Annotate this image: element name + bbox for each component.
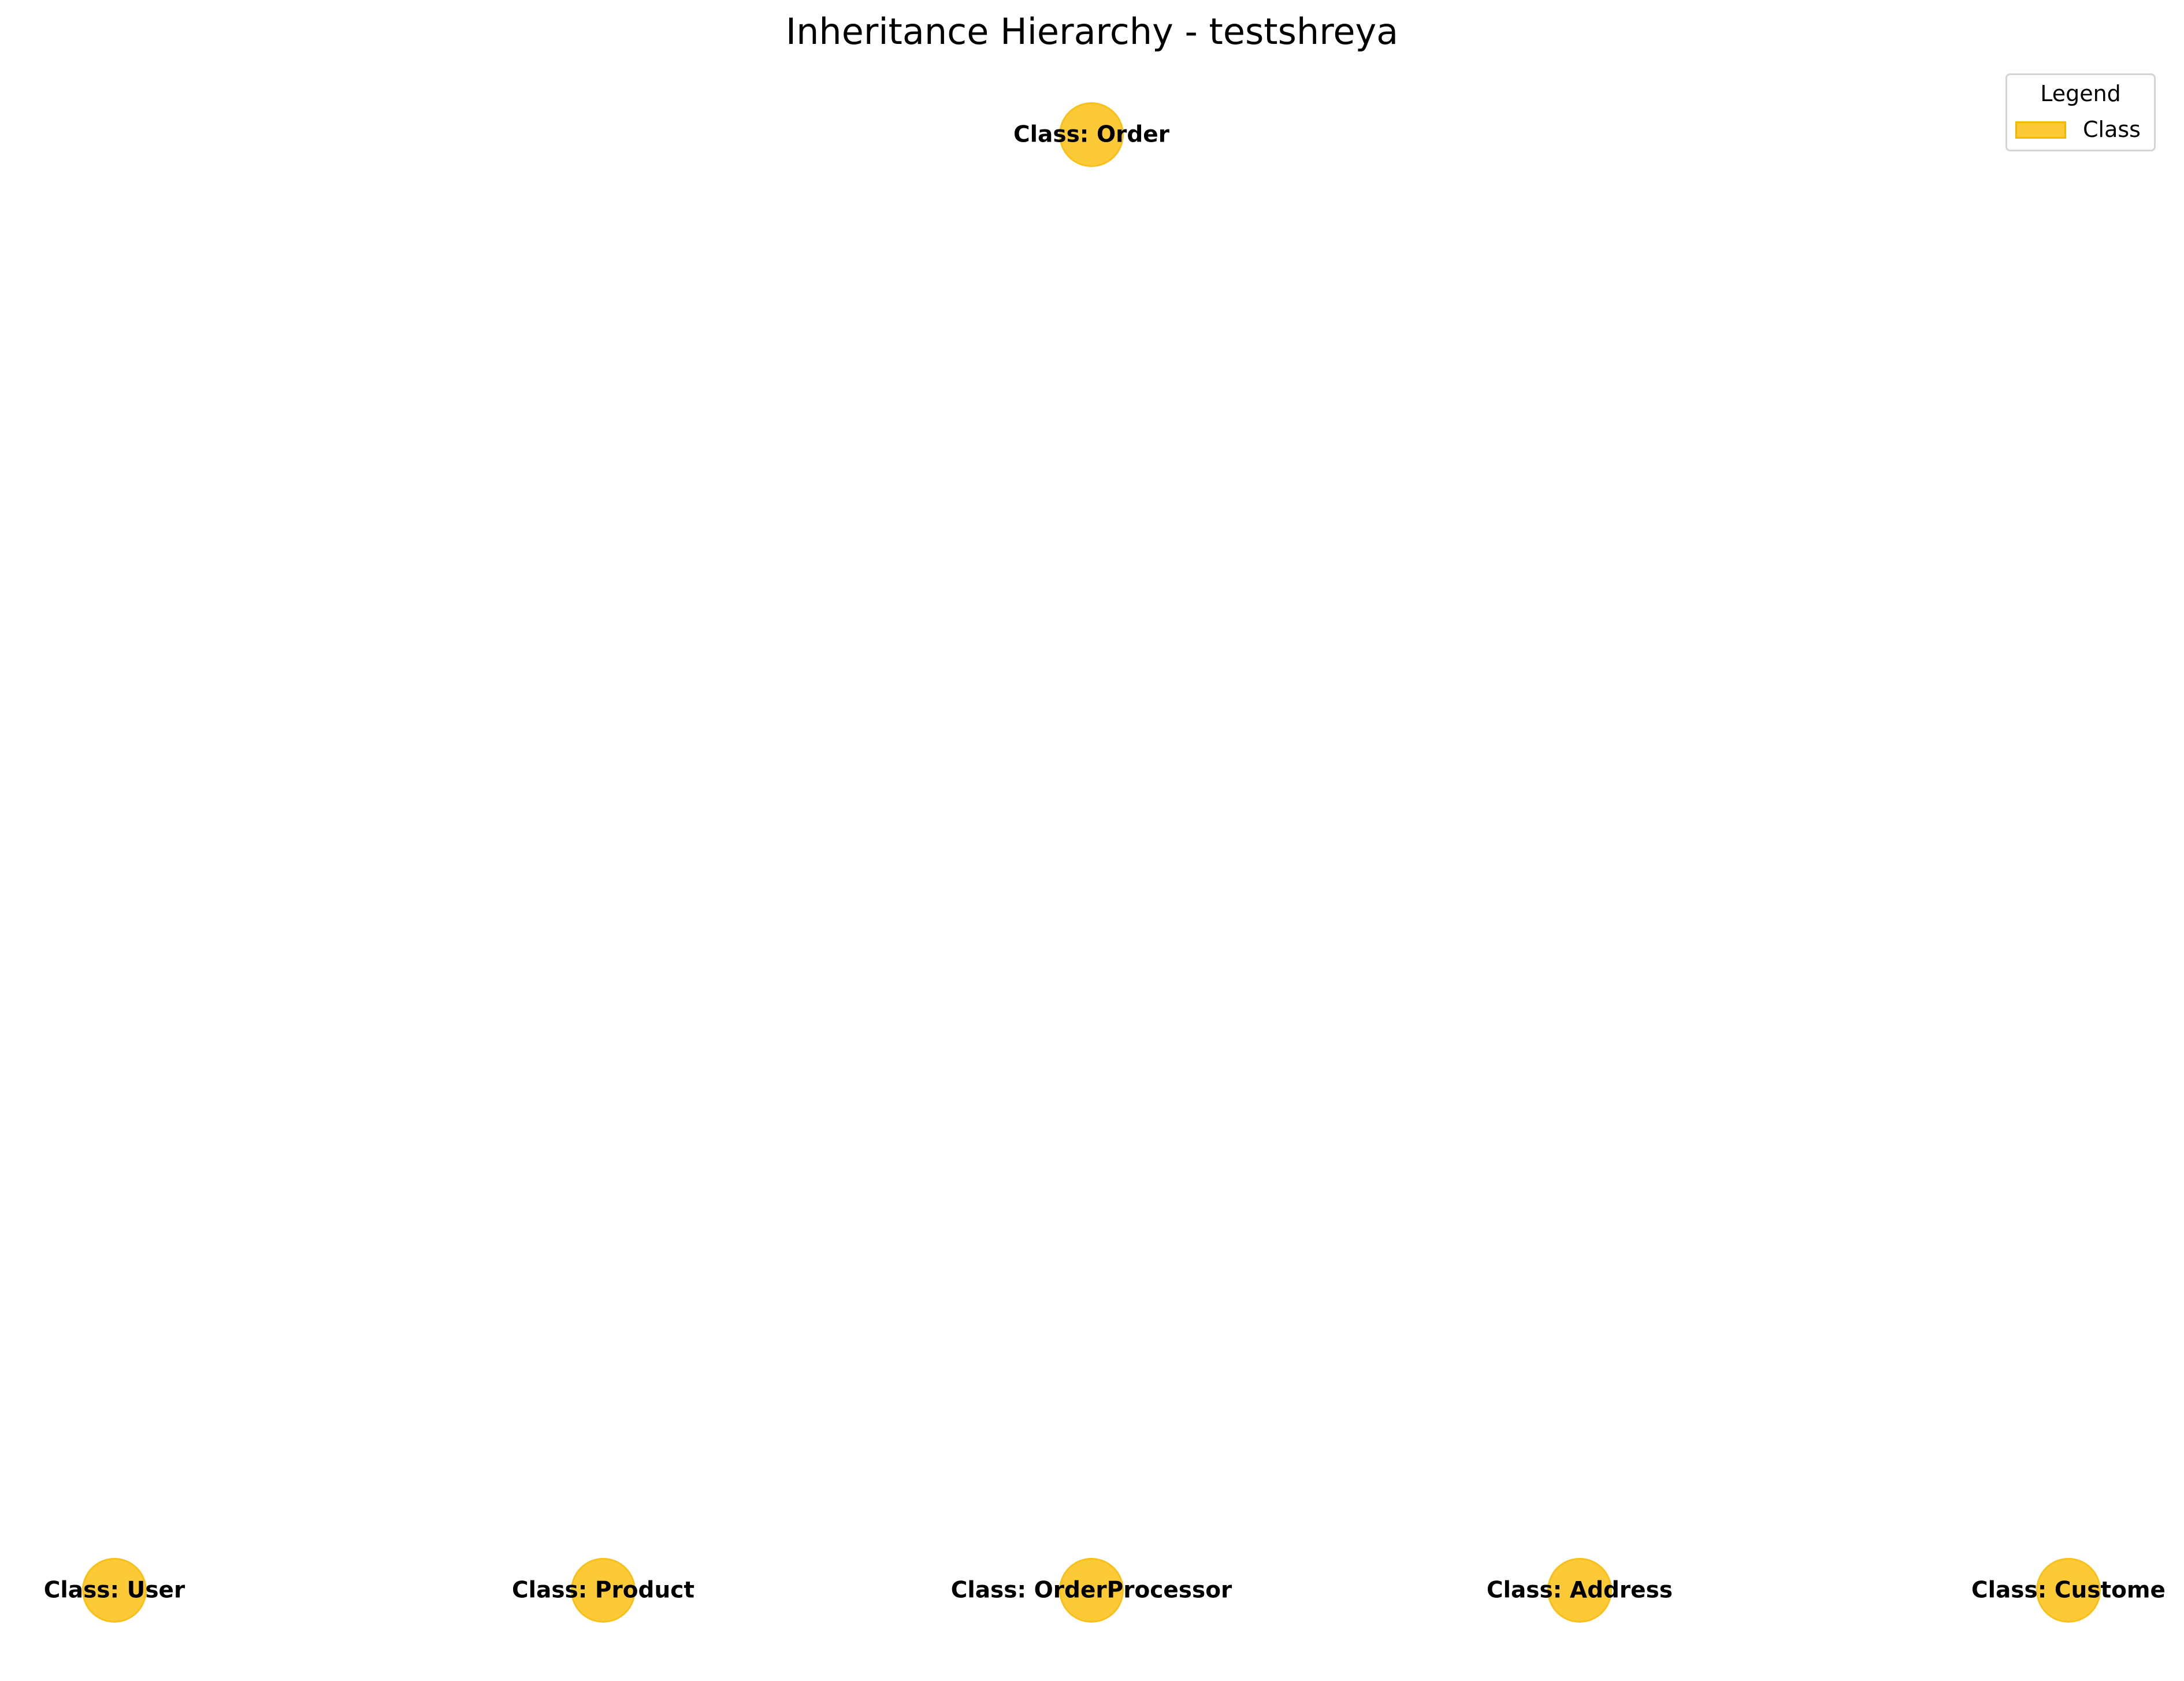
legend-swatch-class [2015,121,2066,139]
class-node-label-customer: Class: Custome [1971,1577,2166,1604]
legend-title: Legend [2040,81,2121,106]
legend-label-class: Class [2083,117,2141,142]
class-node-label-order: Class: Order [1013,121,1169,148]
diagram-canvas: Inheritance Hierarchy - testshreya Class… [0,0,2184,1681]
diagram-title: Inheritance Hierarchy - testshreya [785,10,1399,53]
class-node-label-user: Class: User [43,1577,185,1604]
class-node-label-address: Class: Address [1486,1577,1673,1604]
legend: Legend Class [2005,73,2156,151]
class-node-label-product: Class: Product [512,1577,694,1604]
class-node-label-orderprocessor: Class: OrderProcessor [950,1577,1232,1604]
